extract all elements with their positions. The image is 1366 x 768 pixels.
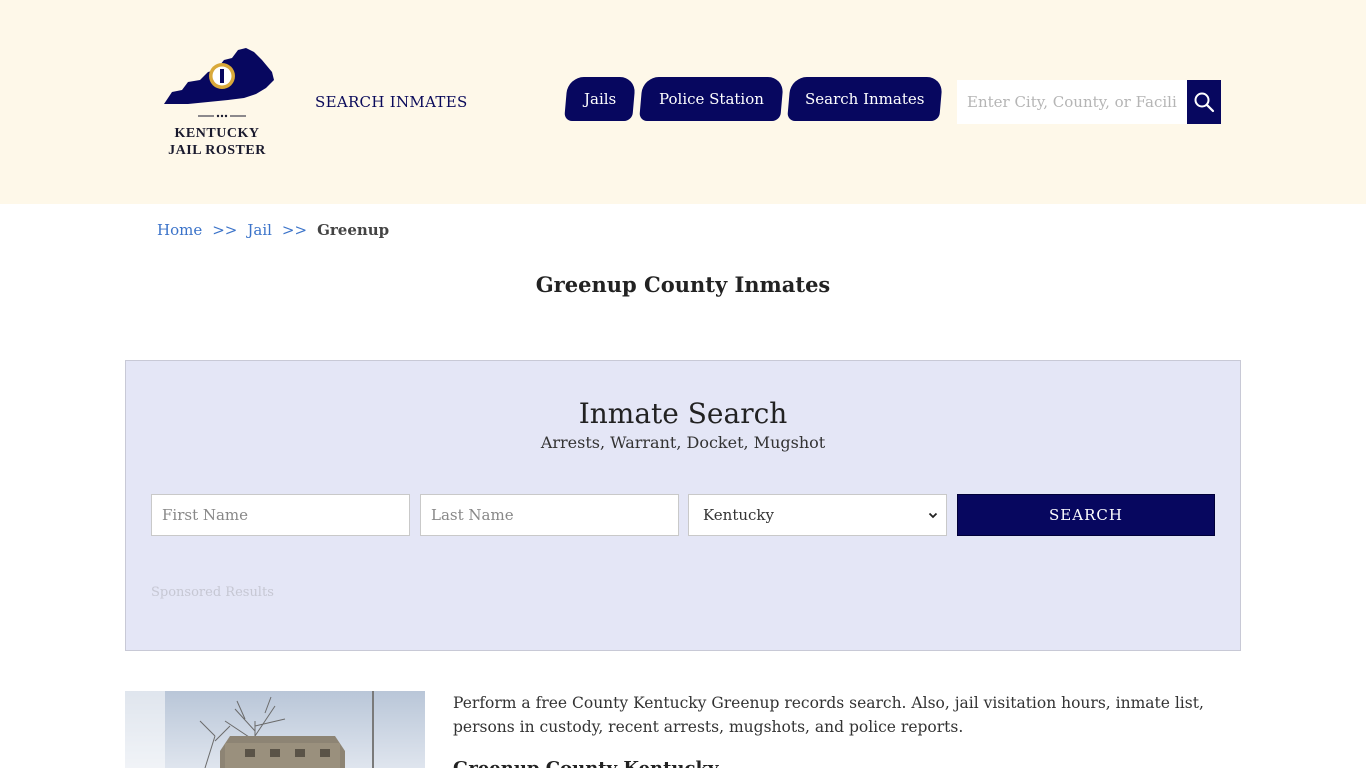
- nav-jails-label: Jails: [583, 90, 617, 108]
- breadcrumb-jail-link[interactable]: Jail: [247, 221, 272, 239]
- nav-police-station-label: Police Station: [659, 90, 764, 108]
- county-subheading: Greenup County Kentucky: [453, 758, 718, 768]
- chevron-down-icon: [928, 512, 938, 519]
- inmate-search-title: Inmate Search: [578, 397, 788, 430]
- breadcrumb-current: Greenup: [317, 221, 390, 239]
- first-name-input[interactable]: [151, 494, 410, 536]
- page-title: Greenup County Inmates: [535, 272, 831, 297]
- inmate-search-subtitle: Arrests, Warrant, Docket, Mugshot: [540, 433, 826, 452]
- nav-search-inmates-button[interactable]: Search Inmates: [787, 77, 943, 121]
- breadcrumb-separator: >>: [281, 221, 308, 239]
- site-header: KENTUCKY JAIL ROSTER SEARCH INMATES Jail…: [0, 0, 1366, 204]
- site-search-input[interactable]: [957, 80, 1187, 124]
- inmate-search-panel: Inmate Search Arrests, Warrant, Docket, …: [125, 360, 1241, 651]
- search-icon: [1194, 92, 1215, 113]
- site-logo[interactable]: KENTUCKY JAIL ROSTER: [158, 46, 276, 162]
- site-search-button[interactable]: [1187, 80, 1221, 124]
- inmate-search-submit-label: SEARCH: [1049, 506, 1123, 524]
- breadcrumb-separator: >>: [212, 221, 238, 239]
- nav-police-station-button[interactable]: Police Station: [639, 77, 784, 121]
- breadcrumb: Home >> Jail >> Greenup: [157, 221, 389, 239]
- logo-text-line2: JAIL ROSTER: [168, 143, 266, 158]
- state-select[interactable]: Kentucky: [688, 494, 947, 536]
- nav-search-inmates-label: Search Inmates: [805, 90, 925, 108]
- kentucky-map-icon: [164, 48, 274, 118]
- intro-paragraph: Perform a free County Kentucky Greenup r…: [453, 694, 1204, 736]
- nav-jails-button[interactable]: Jails: [564, 77, 636, 121]
- state-select-value: Kentucky: [703, 506, 774, 524]
- logo-text-line1: KENTUCKY: [174, 126, 260, 141]
- jail-building-photo: [125, 691, 425, 768]
- breadcrumb-home-link[interactable]: Home: [157, 221, 202, 239]
- sponsored-results-label: Sponsored Results: [151, 585, 274, 600]
- search-inmates-link[interactable]: SEARCH INMATES: [315, 93, 468, 111]
- inmate-search-submit-button[interactable]: SEARCH: [957, 494, 1215, 536]
- last-name-input[interactable]: [420, 494, 679, 536]
